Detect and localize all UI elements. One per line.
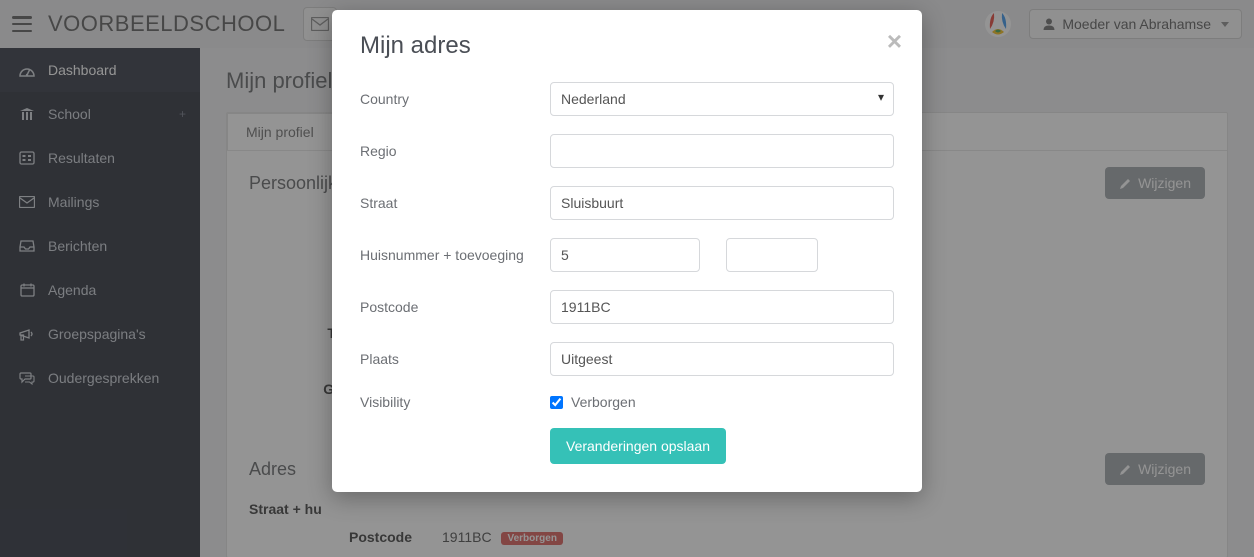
straat-input[interactable] [550, 186, 894, 220]
country-select[interactable]: Nederland [550, 82, 894, 116]
huisnummer-input[interactable] [550, 238, 700, 272]
label-postcode-modal: Postcode [360, 299, 550, 315]
label-straat: Straat [360, 195, 550, 211]
label-country: Country [360, 91, 550, 107]
label-huisnummer: Huisnummer + toevoeging [360, 247, 550, 263]
plaats-input[interactable] [550, 342, 894, 376]
label-regio: Regio [360, 143, 550, 159]
toevoeging-input[interactable] [726, 238, 818, 272]
visibility-checkbox[interactable] [550, 396, 563, 409]
label-visibility: Visibility [360, 394, 550, 410]
postcode-input[interactable] [550, 290, 894, 324]
save-button[interactable]: Veranderingen opslaan [550, 428, 726, 464]
address-modal: Mijn adres × Country Nederland Regio Str… [332, 10, 922, 492]
visibility-checkbox-label: Verborgen [571, 394, 636, 410]
close-icon[interactable]: × [887, 28, 902, 54]
label-plaats: Plaats [360, 351, 550, 367]
modal-title: Mijn adres [360, 32, 894, 60]
modal-backdrop[interactable]: Mijn adres × Country Nederland Regio Str… [0, 0, 1254, 557]
regio-input[interactable] [550, 134, 894, 168]
